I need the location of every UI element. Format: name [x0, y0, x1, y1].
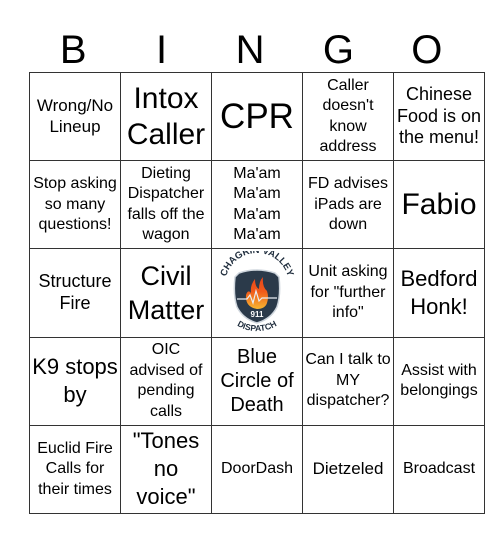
bingo-cell[interactable]: FD advises iPads are down: [302, 160, 394, 250]
header-letter-i: I: [156, 28, 168, 72]
bingo-cell[interactable]: Dieting Dispatcher falls off the wagon: [120, 160, 212, 250]
bingo-grid: Wrong/No Lineup Intox Caller CPR Caller …: [29, 71, 485, 515]
grid-row: Wrong/No Lineup Intox Caller CPR Caller …: [29, 71, 485, 162]
bingo-cell[interactable]: Fabio: [393, 160, 485, 250]
grid-row: Structure Fire Civil Matter CHAGRIN VALL…: [29, 248, 485, 338]
bingo-cell[interactable]: Assist with belongings: [393, 336, 485, 426]
bingo-cell[interactable]: Euclid Fire Calls for their times: [29, 424, 121, 515]
header-letter-o: O: [411, 28, 443, 72]
grid-row: K9 stops by OIC advised of pending calls…: [29, 336, 485, 426]
bingo-header: B I N G O: [29, 28, 471, 72]
bingo-cell[interactable]: Caller doesn't know address: [302, 71, 394, 162]
grid-row: Stop asking so many questions! Dieting D…: [29, 160, 485, 250]
bingo-cell[interactable]: Civil Matter: [120, 248, 212, 338]
bingo-cell[interactable]: "Tones no voice": [120, 424, 212, 515]
bingo-cell[interactable]: Blue Circle of Death: [211, 336, 303, 426]
bingo-cell[interactable]: CPR: [211, 71, 303, 162]
bingo-cell[interactable]: Ma'am Ma'am Ma'am Ma'am: [211, 160, 303, 250]
bingo-cell[interactable]: Broadcast: [393, 424, 485, 515]
bingo-cell[interactable]: Stop asking so many questions!: [29, 160, 121, 250]
bingo-cell[interactable]: DoorDash: [211, 424, 303, 515]
header-letter-g: G: [322, 28, 354, 72]
bingo-cell[interactable]: Bedford Honk!: [393, 248, 485, 338]
bingo-cell[interactable]: K9 stops by: [29, 336, 121, 426]
bingo-cell[interactable]: Chinese Food is on the menu!: [393, 71, 485, 162]
bingo-cell[interactable]: OIC advised of pending calls: [120, 336, 212, 426]
bingo-cell[interactable]: Can I talk to MY dispatcher?: [302, 336, 394, 426]
bingo-cell[interactable]: Intox Caller: [120, 71, 212, 162]
logo-911-text: 911: [251, 310, 264, 319]
chagrin-valley-dispatch-logo-icon: CHAGRIN VALLEY 911 DISPATCH: [218, 251, 295, 333]
bingo-cell[interactable]: Unit asking for "further info": [302, 248, 394, 338]
header-letter-n: N: [235, 28, 265, 72]
header-letter-b: B: [59, 28, 87, 72]
grid-row: Euclid Fire Calls for their times "Tones…: [29, 424, 485, 515]
bingo-cell[interactable]: Structure Fire: [29, 248, 121, 338]
bingo-cell[interactable]: Wrong/No Lineup: [29, 71, 121, 162]
free-space-cell[interactable]: CHAGRIN VALLEY 911 DISPATCH: [211, 248, 303, 338]
bingo-cell[interactable]: Dietzeled: [302, 424, 394, 515]
